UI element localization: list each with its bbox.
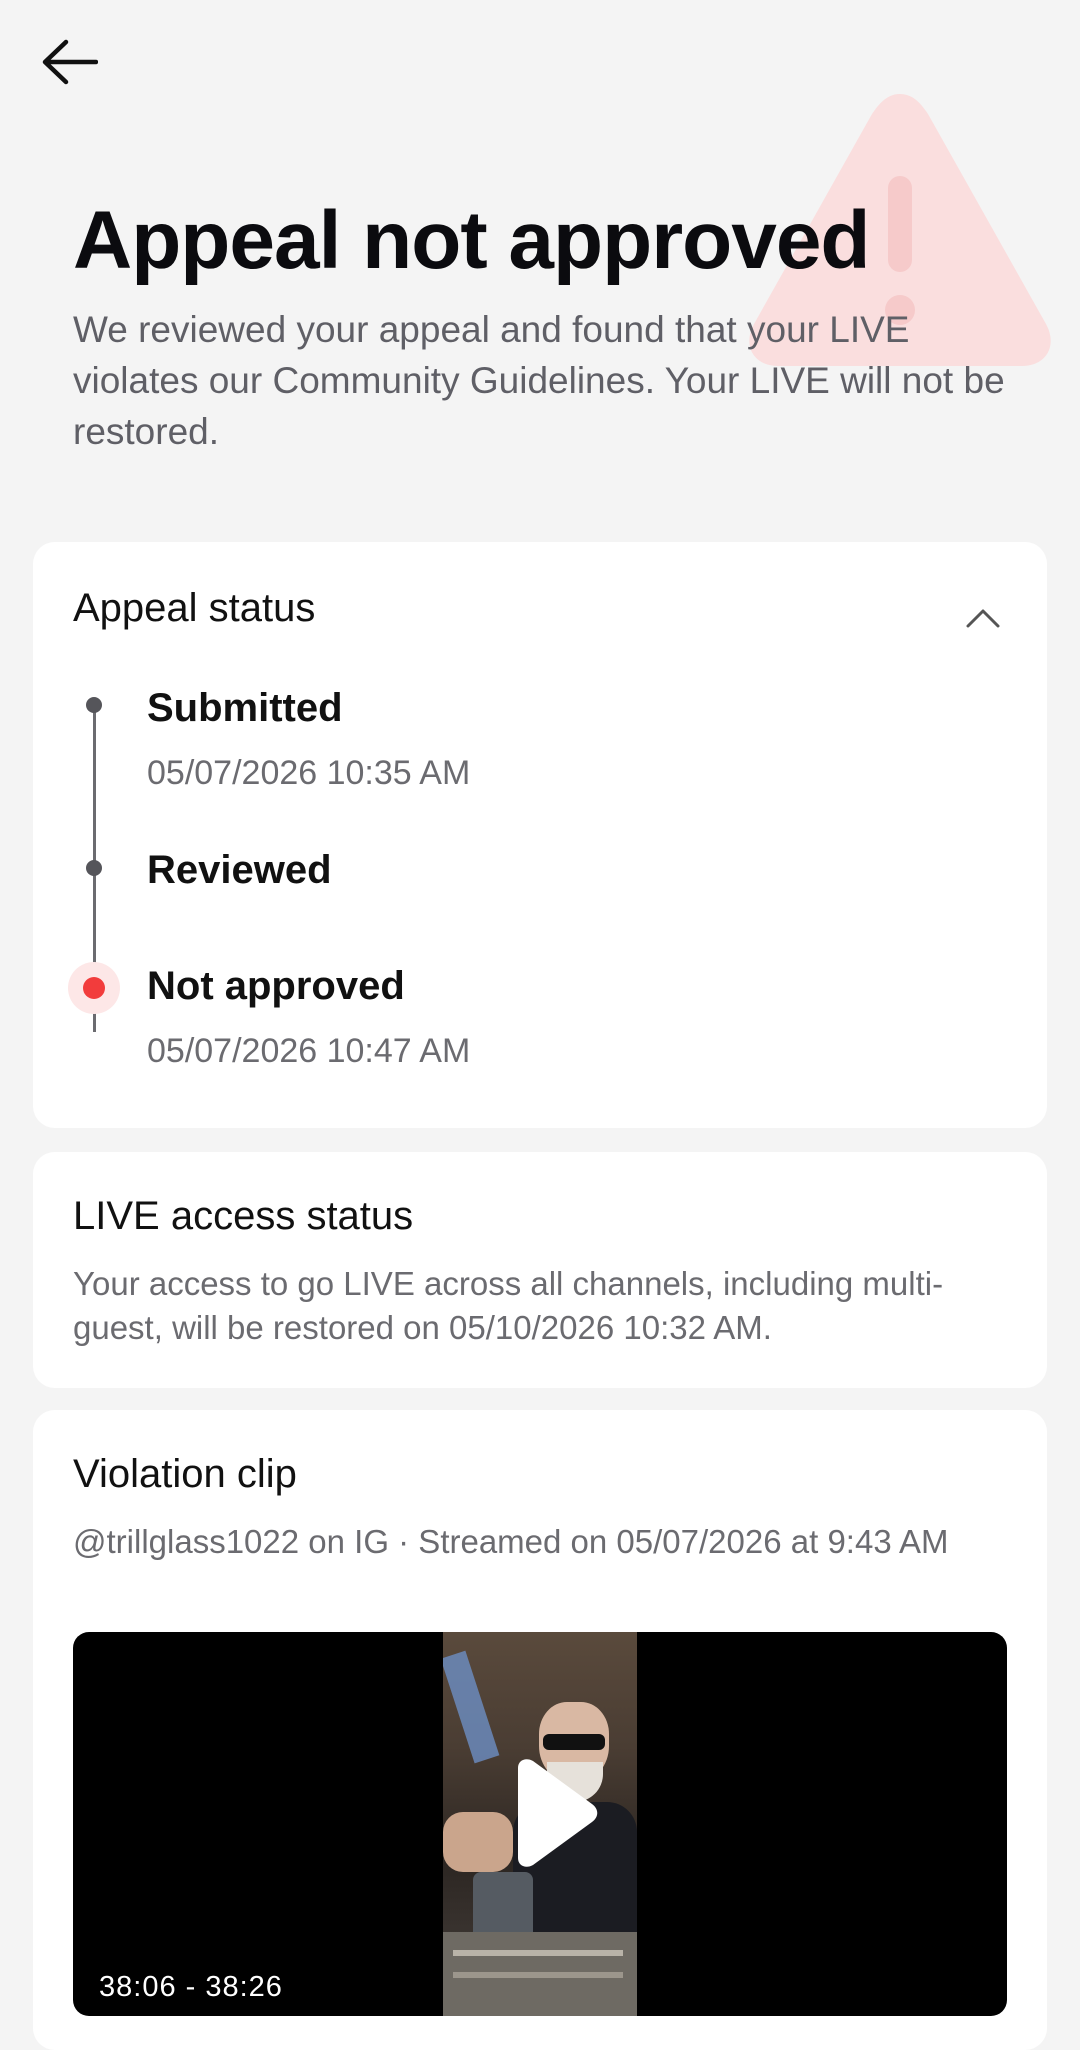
page-title: Appeal not approved — [73, 195, 871, 286]
appeal-status-title: Appeal status — [73, 586, 316, 630]
step-time-not-approved: 05/07/2026 10:47 AM — [147, 1032, 471, 1070]
step-label-not-approved: Not approved — [147, 964, 405, 1008]
collapse-toggle[interactable] — [955, 592, 1011, 648]
clip-duration: 38:06 - 38:26 — [99, 1971, 283, 2003]
violation-clip-card: Violation clip @trillglass1022 on IG · S… — [33, 1410, 1047, 2050]
step-label-submitted: Submitted — [147, 686, 343, 730]
timeline-dot-submitted — [86, 697, 102, 713]
chevron-up-icon — [965, 607, 1001, 634]
appeal-status-card: Appeal status Submitted 05/07/2026 10:35… — [33, 542, 1047, 1128]
violation-clip-title: Violation clip — [73, 1452, 297, 1496]
timeline-dot-reviewed — [86, 860, 102, 876]
live-access-card: LIVE access status Your access to go LIV… — [33, 1152, 1047, 1388]
step-label-reviewed: Reviewed — [147, 848, 332, 892]
live-access-text: Your access to go LIVE across all channe… — [73, 1265, 944, 1346]
timeline-dot-not-approved — [83, 977, 105, 999]
arrow-left-icon — [40, 39, 99, 90]
step-time-submitted: 05/07/2026 10:35 AM — [147, 754, 471, 792]
page-subtitle: We reviewed your appeal and found that y… — [73, 309, 1005, 452]
back-button[interactable] — [40, 36, 110, 92]
live-access-title: LIVE access status — [73, 1194, 414, 1238]
play-icon[interactable] — [500, 1758, 600, 1868]
violation-clip-meta: @trillglass1022 on IG · Streamed on 05/0… — [73, 1523, 949, 1560]
video-player[interactable]: 38:06 - 38:26 — [73, 1632, 1007, 2016]
